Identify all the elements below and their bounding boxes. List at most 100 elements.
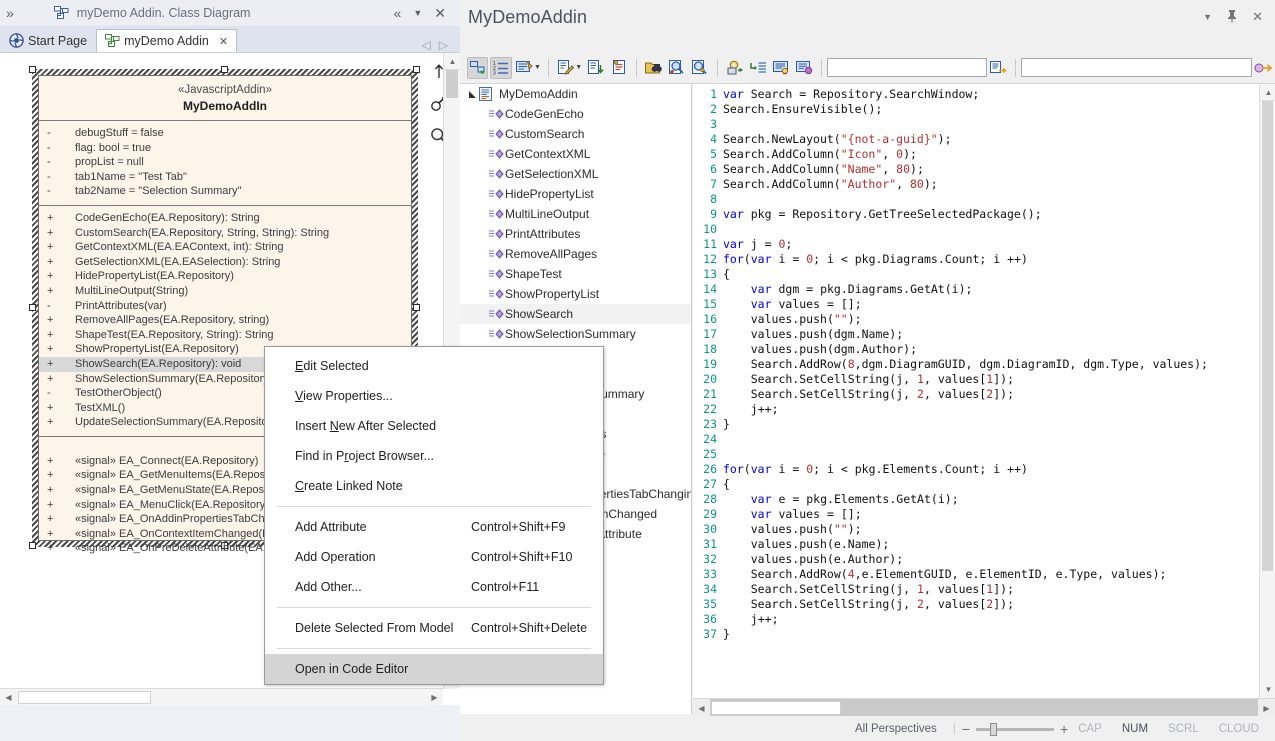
scroll-right-button[interactable]: ▶ (1258, 699, 1275, 717)
folder-binoculars-button[interactable] (643, 57, 664, 79)
tree-item-customsearch[interactable]: CustomSearch (460, 124, 691, 144)
tree-item-removeallpages[interactable]: RemoveAllPages (460, 244, 691, 264)
new-document-button[interactable] (609, 57, 630, 79)
code-line[interactable]: 31 values.push(e.Name); (693, 537, 1259, 552)
tree-item-showsearch[interactable]: ShowSearch (460, 304, 691, 324)
resize-handle-nw[interactable] (29, 66, 36, 73)
show-diagram-button[interactable] (467, 57, 488, 79)
menu-item-add-attribute[interactable]: Add AttributeControl+Shift+F9 (265, 512, 603, 542)
menu-item-add-other[interactable]: Add Other...Control+F11 (265, 572, 603, 602)
class-attribute-row[interactable]: -propList = null (39, 155, 411, 170)
chevrons-left-icon[interactable]: « (388, 5, 408, 21)
class-operation-row[interactable]: +GetSelectionXML(EA.EASelection): String (39, 255, 411, 270)
tab-start-page[interactable]: Start Page (0, 28, 96, 52)
tab-next-button[interactable]: ▷ (439, 38, 448, 52)
tree-item-printattributes[interactable]: PrintAttributes (460, 224, 691, 244)
class-operation-row[interactable]: +RemoveAllPages(EA.Repository, string) (39, 313, 411, 328)
code-line[interactable]: 9var pkg = Repository.GetTreeSelectedPac… (693, 207, 1259, 222)
code-horizontal-scrollbar[interactable]: ◀ ▶ (693, 698, 1275, 716)
chevron-down-icon[interactable]: ▼ (575, 64, 582, 71)
close-icon[interactable]: ✕ (428, 5, 460, 22)
code-line[interactable]: 6Search.AddColumn("Name", 80); (693, 162, 1259, 177)
caret-down-icon[interactable]: ▼ (407, 8, 428, 18)
tree-item-getcontextxml[interactable]: GetContextXML (460, 144, 691, 164)
code-line[interactable]: 21 Search.SetCellString(j, 2, values[2])… (693, 387, 1259, 402)
expand-arrow-icon[interactable] (466, 90, 479, 99)
zoom-in-button[interactable]: + (1060, 721, 1068, 737)
properties-button[interactable] (514, 57, 535, 79)
run-arrow-icon[interactable] (1253, 57, 1274, 79)
class-operation-row[interactable]: +GetContextXML(EA.EAContext, int): Strin… (39, 240, 411, 255)
code-line[interactable]: 29 var values = []; (693, 507, 1259, 522)
class-attribute-row[interactable]: -tab2Name = "Selection Summary" (39, 184, 411, 199)
jump-to-list-button[interactable] (747, 57, 768, 79)
code-line[interactable]: 33 Search.AddRow(4,e.ElementGUID, e.Elem… (693, 567, 1259, 582)
class-operation-row[interactable]: +MultiLineOutput(String) (39, 284, 411, 299)
scroll-up-button[interactable]: ▲ (444, 53, 461, 70)
code-line[interactable]: 35 Search.SetCellString(j, 2, values[2])… (693, 597, 1259, 612)
class-attribute-row[interactable]: -debugStuff = false (39, 126, 411, 141)
resize-handle-w[interactable] (29, 304, 36, 311)
code-line[interactable]: 15 var values = []; (693, 297, 1259, 312)
code-line[interactable]: 28 var e = pkg.Elements.GetAt(i); (693, 492, 1259, 507)
apply-to-list-icon[interactable] (988, 57, 1009, 79)
resize-handle-n[interactable] (221, 66, 228, 73)
find-element-button[interactable] (666, 57, 687, 79)
pin-icon[interactable] (1226, 9, 1238, 26)
code-line[interactable]: 3 (693, 117, 1259, 132)
resize-handle-sw[interactable] (29, 542, 36, 549)
zoom-out-button[interactable]: − (962, 721, 970, 737)
close-icon[interactable]: ✕ (1252, 9, 1263, 25)
tree-item-showselectionsummary[interactable]: ShowSelectionSummary (460, 324, 691, 344)
code-line[interactable]: 27{ (693, 477, 1259, 492)
zoom-track[interactable] (976, 728, 1054, 731)
refresh-gear-button[interactable] (724, 57, 745, 79)
zoom-thumb[interactable] (990, 723, 997, 736)
tree-root-node[interactable]: MyDemoAddin (460, 84, 691, 104)
code-line[interactable]: 1var Search = Repository.SearchWindow; (693, 87, 1259, 102)
code-line[interactable]: 12for(var i = 0; i < pkg.Diagrams.Count;… (693, 252, 1259, 267)
code-line[interactable]: 13{ (693, 267, 1259, 282)
filter-input[interactable] (1021, 58, 1252, 77)
resize-handle-ne[interactable] (413, 66, 420, 73)
context-menu[interactable]: Edit SelectedView Properties...Insert Ne… (264, 346, 604, 685)
menu-item-create-linked-note[interactable]: Create Linked Note (265, 471, 603, 501)
menu-item-view-properties[interactable]: View Properties... (265, 381, 603, 411)
tree-item-hidepropertylist[interactable]: HidePropertyList (460, 184, 691, 204)
scroll-left-button[interactable]: ◀ (693, 699, 710, 717)
zoom-slider[interactable]: − + (962, 721, 1068, 737)
menu-item-open-in-code-editor[interactable]: Open in Code Editor (265, 654, 603, 684)
chevron-down-icon[interactable]: ▼ (534, 64, 541, 71)
tree-item-shapetest[interactable]: ShapeTest (460, 264, 691, 284)
class-operation-row[interactable]: +CodeGenEcho(EA.Repository): String (39, 211, 411, 226)
scroll-up-button[interactable]: ▲ (1260, 84, 1275, 101)
class-operation-row[interactable]: +CustomSearch(EA.Repository, String, Str… (39, 226, 411, 241)
scroll-thumb-horizontal[interactable] (711, 701, 841, 715)
tree-item-showpropertylist[interactable]: ShowPropertyList (460, 284, 691, 304)
tab-prev-button[interactable]: ◁ (422, 38, 431, 52)
scroll-thumb-horizontal[interactable] (18, 691, 151, 704)
tree-item-multilineoutput[interactable]: MultiLineOutput (460, 204, 691, 224)
numbered-list-button[interactable]: 123 (490, 57, 511, 79)
code-line[interactable]: 2Search.EnsureVisible(); (693, 102, 1259, 117)
code-line[interactable]: 5Search.AddColumn("Icon", 0); (693, 147, 1259, 162)
class-attribute-row[interactable]: -tab1Name = "Test Tab" (39, 170, 411, 185)
code-line[interactable]: 16 values.push(""); (693, 312, 1259, 327)
code-editor[interactable]: 1var Search = Repository.SearchWindow;2S… (693, 84, 1259, 698)
scroll-down-button[interactable]: ▼ (1260, 681, 1275, 698)
scroll-thumb-vertical[interactable] (1262, 101, 1273, 571)
menu-item-insert-new-after-selected[interactable]: Insert New After Selected (265, 411, 603, 441)
code-line[interactable]: 10 (693, 222, 1259, 237)
code-vertical-scrollbar[interactable]: ▲ ▼ (1259, 84, 1275, 698)
menu-item-delete-selected-from-model[interactable]: Delete Selected From ModelControl+Shift+… (265, 613, 603, 643)
diagram-horizontal-scrollbar[interactable]: ◀ ▶ (0, 688, 443, 705)
caret-down-icon[interactable]: ▼ (1203, 12, 1212, 22)
code-line[interactable]: 25 (693, 447, 1259, 462)
code-line[interactable]: 23} (693, 417, 1259, 432)
class-operation-row[interactable]: -PrintAttributes(var) (39, 299, 411, 314)
code-line[interactable]: 14 var dgm = pkg.Diagrams.GetAt(i); (693, 282, 1259, 297)
scroll-right-button[interactable]: ▶ (426, 689, 443, 706)
menu-item-edit-selected[interactable]: Edit Selected (265, 351, 603, 381)
code-line[interactable]: 32 values.push(e.Author); (693, 552, 1259, 567)
script-window-button[interactable] (771, 57, 792, 79)
